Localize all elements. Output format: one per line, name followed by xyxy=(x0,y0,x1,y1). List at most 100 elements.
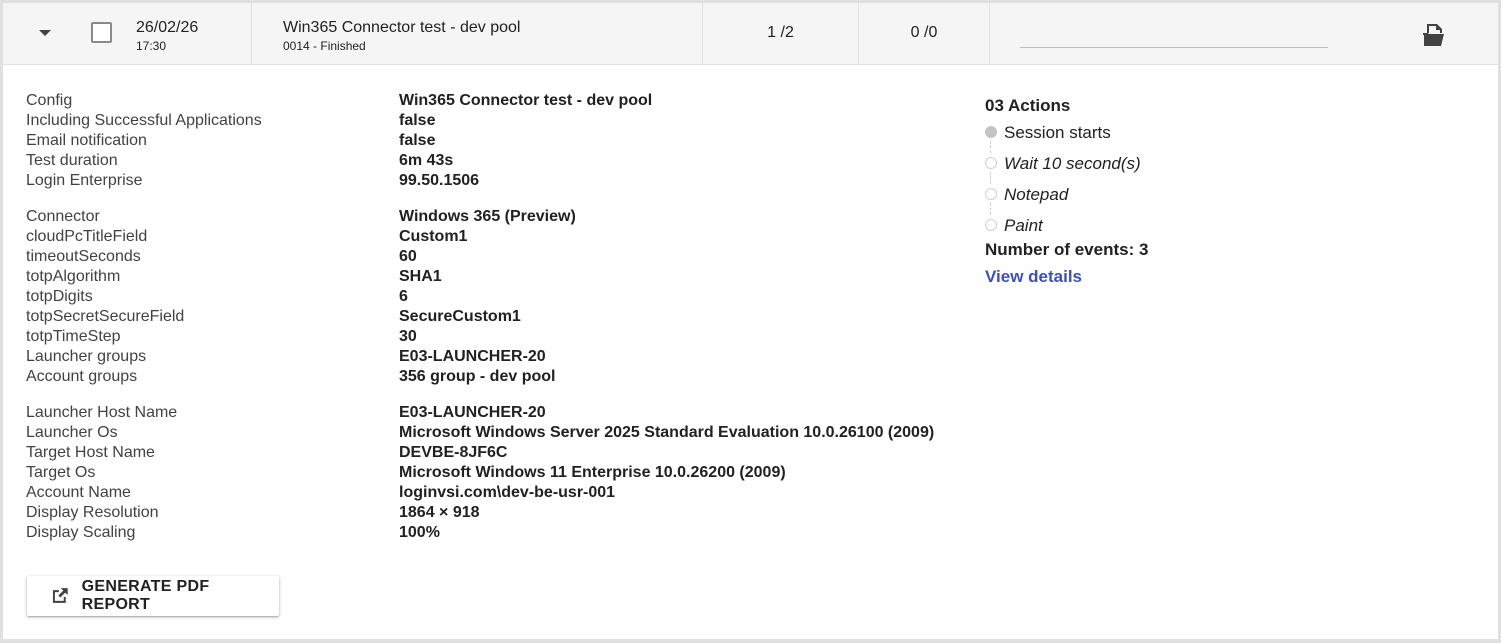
column-divider xyxy=(989,3,990,64)
run-title: Win365 Connector test - dev pool xyxy=(283,19,521,36)
detail-value: Microsoft Windows Server 2025 Standard E… xyxy=(399,424,935,441)
action-item: Notepad xyxy=(985,179,1148,215)
actions-panel: 03 Actions Session starts Wait 10 second(… xyxy=(985,95,1148,291)
detail-value: 6 xyxy=(399,288,408,305)
detail-value: Win365 Connector test - dev pool xyxy=(399,92,653,109)
detail-row: totpAlgorithm SHA1 xyxy=(26,267,934,287)
detail-row: Launcher groups E03-LAUNCHER-20 xyxy=(26,347,934,367)
detail-row: totpTimeStep 30 xyxy=(26,327,934,347)
pdf-export-icon[interactable] xyxy=(1421,22,1447,48)
detail-row: Login Enterprise 99.50.1506 xyxy=(26,171,934,191)
detail-row: totpDigits 6 xyxy=(26,287,934,307)
detail-key: Including Successful Applications xyxy=(26,112,262,129)
detail-value: 356 group - dev pool xyxy=(399,368,556,385)
detail-value: 1864 × 918 xyxy=(399,504,480,521)
detail-value: 60 xyxy=(399,248,417,265)
detail-key: Login Enterprise xyxy=(26,172,143,189)
action-item: Paint xyxy=(985,210,1148,241)
detail-key: Launcher groups xyxy=(26,348,147,365)
action-item: Session starts xyxy=(985,117,1148,153)
detail-value: Windows 365 (Preview) xyxy=(399,208,576,225)
detail-key: Account groups xyxy=(26,368,138,385)
run-date: 26/02/26 xyxy=(136,19,199,36)
generate-pdf-report-label: GENERATE PDF REPORT xyxy=(81,578,210,613)
detail-value: DEVBE-8JF6C xyxy=(399,444,508,461)
detail-key: totpTimeStep xyxy=(26,328,121,345)
detail-row: Target Host Name DEVBE-8JF6C xyxy=(26,443,934,463)
detail-value: 100% xyxy=(399,524,440,541)
detail-key: totpAlgorithm xyxy=(26,268,121,285)
detail-key: cloudPcTitleField xyxy=(26,228,148,245)
detail-row: Target Os Microsoft Windows 11 Enterprise… xyxy=(26,463,934,483)
run-time: 17:30 xyxy=(136,39,167,53)
detail-value: 30 xyxy=(399,328,417,345)
detail-key: Connector xyxy=(26,208,100,225)
timeline-dot-icon xyxy=(985,157,997,169)
detail-row: cloudPcTitleField Custom1 xyxy=(26,227,934,247)
progress-bar xyxy=(1020,47,1328,48)
detail-row: timeoutSeconds 60 xyxy=(26,247,934,267)
chevron-down-icon[interactable] xyxy=(37,27,53,39)
detail-value: Custom1 xyxy=(399,228,468,245)
detail-value: 6m 43s xyxy=(399,152,454,169)
actions-title: 03 Actions xyxy=(985,96,1071,115)
generate-pdf-report-button[interactable]: GENERATE PDF REPORT xyxy=(27,576,279,616)
detail-value: E03-LAUNCHER-20 xyxy=(399,404,546,421)
run-details: Config Win365 Connector test - dev pool In… xyxy=(26,91,934,559)
detail-key: Email notification xyxy=(26,132,147,149)
detail-row: Display Resolution 1864 × 918 xyxy=(26,503,934,523)
detail-row: totpSecretSecureField SecureCustom1 xyxy=(26,307,934,327)
detail-key: totpDigits xyxy=(26,288,93,305)
detail-value: loginvsi.com\dev-be-usr-001 xyxy=(399,484,616,501)
detail-key: Account Name xyxy=(26,484,131,501)
detail-row: Display Scaling 100% xyxy=(26,523,934,543)
column-divider xyxy=(251,3,252,64)
detail-key: Launcher Host Name xyxy=(26,404,178,421)
detail-key: Display Scaling xyxy=(26,524,136,541)
action-label: Session starts xyxy=(1004,123,1111,142)
detail-row: Launcher Os Microsoft Windows Server 2025… xyxy=(26,423,934,443)
detail-value: E03-LAUNCHER-20 xyxy=(399,348,546,365)
detail-row: Connector Windows 365 (Preview) xyxy=(26,207,934,227)
detail-key: timeoutSeconds xyxy=(26,248,141,265)
detail-key: Test duration xyxy=(26,152,118,169)
detail-row: Test duration 6m 43s xyxy=(26,151,934,171)
detail-key: Target Os xyxy=(26,464,96,481)
detail-row: Account Name loginvsi.com\dev-be-usr-001 xyxy=(26,483,934,503)
view-details-link[interactable]: View details xyxy=(985,263,1148,291)
timeline-dot-icon xyxy=(985,126,997,138)
detail-key: Config xyxy=(26,92,73,109)
actions-list: Session starts Wait 10 second(s) Notepad Pa… xyxy=(985,117,1148,241)
row-select-checkbox[interactable] xyxy=(91,22,112,43)
action-label: Wait 10 second(s) xyxy=(1004,154,1141,173)
detail-row: Email notification false xyxy=(26,131,934,151)
action-label: Paint xyxy=(1004,216,1043,235)
test-run-row[interactable]: 26/02/26 17:30 Win365 Connector test - d… xyxy=(3,3,1498,65)
test-run-panel: 26/02/26 17:30 Win365 Connector test - d… xyxy=(3,3,1498,639)
action-label: Notepad xyxy=(1004,185,1069,204)
sessions-count: 1 /2 xyxy=(767,24,794,41)
detail-key: Display Resolution xyxy=(26,504,159,521)
open-external-icon xyxy=(52,588,68,603)
timeline-dot-icon xyxy=(985,188,997,200)
timeline-dot-icon xyxy=(985,219,997,231)
detail-row: Launcher Host Name E03-LAUNCHER-20 xyxy=(26,403,934,423)
detail-key: Launcher Os xyxy=(26,424,118,441)
detail-key: Target Host Name xyxy=(26,444,155,461)
detail-value: SHA1 xyxy=(399,268,442,285)
run-status: 0014 - Finished xyxy=(283,39,366,53)
errors-count: 0 /0 xyxy=(910,24,938,41)
detail-group: Launcher Host Name E03-LAUNCHER-20 Launche… xyxy=(26,403,934,543)
detail-group: Connector Windows 365 (Preview) cloudPcTit… xyxy=(26,207,934,387)
detail-row: Config Win365 Connector test - dev pool xyxy=(26,91,934,111)
detail-value: 99.50.1506 xyxy=(399,172,480,189)
detail-group: Config Win365 Connector test - dev pool In… xyxy=(26,91,934,191)
detail-row: Including Successful Applications false xyxy=(26,111,934,131)
detail-value: false xyxy=(399,132,436,149)
detail-row: Account groups 356 group - dev pool xyxy=(26,367,934,387)
detail-value: Microsoft Windows 11 Enterprise 10.0.262… xyxy=(399,464,786,481)
detail-value: false xyxy=(399,112,436,129)
action-item: Wait 10 second(s) xyxy=(985,148,1148,184)
detail-key: totpSecretSecureField xyxy=(26,308,185,325)
detail-value: SecureCustom1 xyxy=(399,308,521,325)
